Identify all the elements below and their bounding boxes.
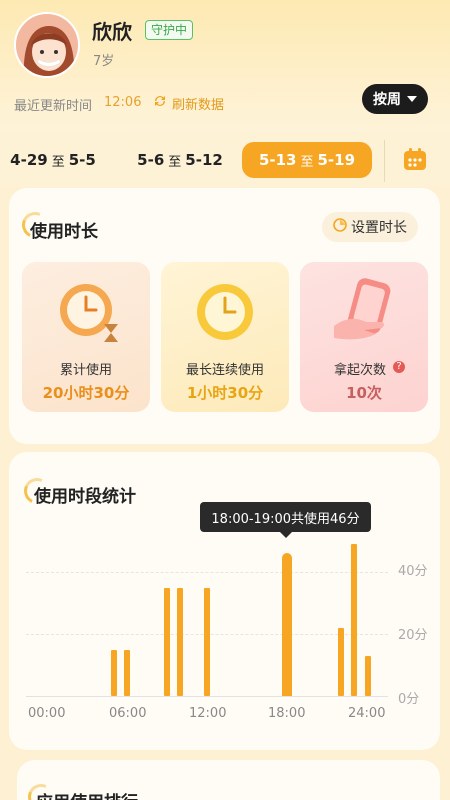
help-icon[interactable]: ?	[393, 361, 405, 373]
stat-total-usage: 累计使用 20小时30分	[22, 262, 150, 412]
chart-bar[interactable]	[164, 587, 171, 696]
chart-bar[interactable]	[110, 649, 117, 696]
timeline-title: 使用时段统计	[34, 487, 136, 507]
y-tick-label: 40分	[398, 564, 428, 579]
tab-week-start: 4-29	[10, 151, 48, 169]
clock-hourglass-icon	[54, 280, 124, 354]
tab-week-4-29[interactable]: 4-29 至 5-5	[6, 142, 100, 178]
chart-bar[interactable]	[282, 553, 293, 696]
tab-week-end: 5-5	[68, 151, 96, 169]
refresh-icon	[152, 93, 168, 113]
period-select-button[interactable]: 按周	[362, 84, 428, 114]
x-tick-label: 18:00	[268, 706, 306, 721]
chart-bar[interactable]	[123, 649, 130, 696]
stat-label: 拿起次数	[334, 363, 387, 378]
x-tick-label: 24:00	[348, 706, 386, 721]
avatar[interactable]	[14, 12, 80, 78]
stat-longest-usage: 最长连续使用 1小时30分	[161, 262, 289, 412]
tab-week-start: 5-6	[137, 151, 165, 169]
ranking-title: 应用使用排行	[36, 788, 138, 800]
tab-week-sep: 至	[300, 154, 314, 170]
tab-week-5-13[interactable]: 5-13 至 5-19	[242, 142, 372, 178]
x-tick-label: 00:00	[28, 706, 66, 721]
stat-value: 1小时30分	[186, 384, 264, 402]
status-badge: 守护中	[145, 20, 194, 40]
chart-baseline	[26, 696, 388, 697]
grid-line-40	[26, 572, 388, 573]
child-name: 欣欣	[92, 20, 132, 44]
tab-week-end: 5-12	[185, 151, 223, 169]
chart-bar[interactable]	[204, 587, 211, 696]
tab-week-5-6[interactable]: 5-6 至 5-12	[130, 142, 230, 178]
y-tick-label: 0分	[398, 692, 420, 707]
child-age: 7岁	[93, 54, 115, 69]
clock-icon	[193, 280, 257, 348]
chart-bar[interactable]	[364, 655, 371, 696]
bar-tooltip: 18:00-19:00共使用46分	[200, 502, 371, 538]
period-select-label: 按周	[373, 92, 401, 108]
tab-week-sep: 至	[51, 154, 65, 170]
stat-value: 20小时30分	[42, 384, 130, 402]
x-tick-label: 12:00	[189, 706, 227, 721]
tab-week-end: 5-19	[317, 151, 356, 169]
update-time-label: 最近更新时间	[14, 99, 93, 114]
update-time-value: 12:06	[104, 95, 142, 110]
set-time-label: 设置时长	[351, 220, 407, 236]
stat-value: 10次	[346, 384, 382, 402]
x-tick-label: 06:00	[109, 706, 147, 721]
stat-pickup-count: 拿起次数 ? 10次	[300, 262, 428, 412]
chart-bar[interactable]	[351, 544, 358, 696]
refresh-label: 刷新数据	[172, 97, 225, 113]
hand-phone-icon	[330, 276, 400, 350]
timer-icon	[333, 218, 347, 236]
chart-bar[interactable]	[177, 587, 184, 696]
usage-title: 使用时长	[30, 222, 98, 242]
tab-week-sep: 至	[168, 154, 182, 170]
calendar-icon[interactable]	[402, 146, 428, 172]
tabs-divider	[384, 140, 385, 182]
stat-label: 累计使用	[59, 363, 112, 378]
y-tick-label: 20分	[398, 628, 428, 643]
tab-week-start: 5-13	[258, 151, 297, 169]
refresh-button[interactable]: 刷新数据	[152, 93, 224, 113]
stat-label: 最长连续使用	[185, 363, 264, 378]
caret-down-icon	[407, 96, 417, 102]
chart-bar[interactable]	[337, 627, 344, 696]
set-time-button[interactable]: 设置时长	[322, 212, 418, 242]
